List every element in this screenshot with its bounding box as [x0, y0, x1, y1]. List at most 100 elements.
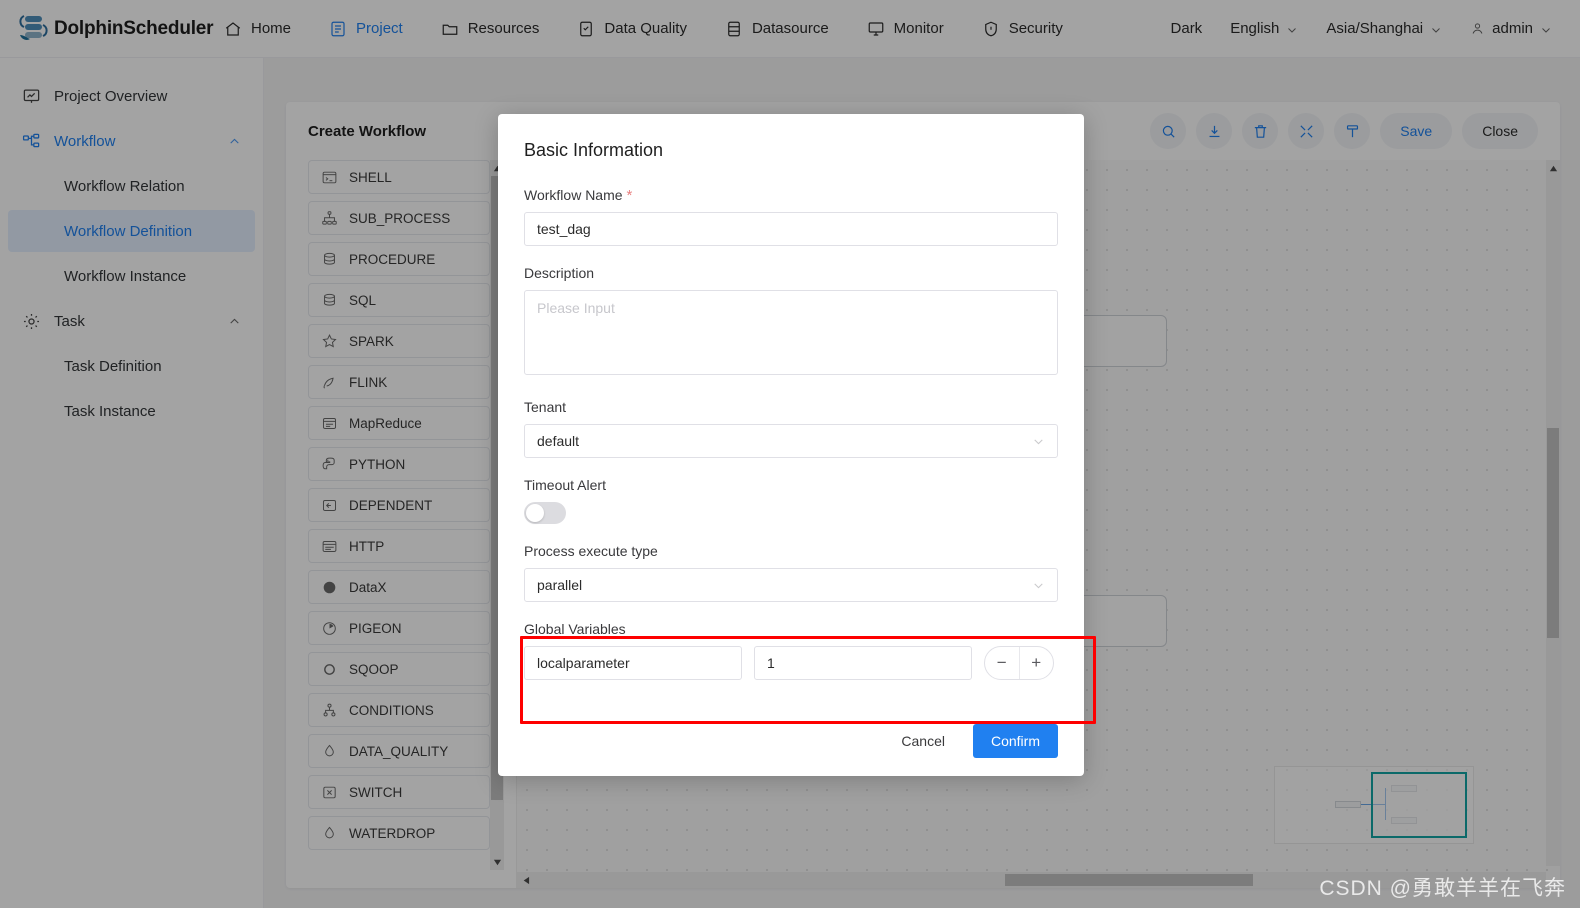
task-type-item-procedure[interactable]: PROCEDURE: [308, 242, 490, 276]
task-type-label: HTTP: [349, 538, 385, 554]
close-button[interactable]: Close: [1462, 113, 1538, 149]
language-selector[interactable]: English: [1216, 20, 1312, 37]
minimap-viewport[interactable]: [1371, 772, 1467, 838]
timeout-alert-toggle[interactable]: [524, 502, 566, 524]
pigeon-icon: [321, 620, 338, 637]
task-type-label: WATERDROP: [349, 825, 436, 841]
chevron-down-icon: [1540, 23, 1552, 35]
global-variables-label: Global Variables: [524, 621, 626, 637]
sidebar-item-label: Workflow Relation: [64, 177, 185, 195]
language-label: English: [1230, 20, 1280, 37]
chevron-up-icon[interactable]: [228, 135, 241, 148]
task-type-item-conditions[interactable]: CONDITIONS: [308, 693, 490, 727]
add-variable-button[interactable]: +: [1018, 647, 1054, 679]
scroll-down-arrow-icon[interactable]: [490, 854, 504, 870]
theme-label: Dark: [1170, 20, 1203, 37]
home-icon: [224, 20, 242, 38]
canvas-vertical-scroll-thumb[interactable]: [1547, 428, 1559, 638]
global-variable-key-input[interactable]: [524, 646, 742, 680]
canvas-vertical-scrollbar[interactable]: [1546, 160, 1560, 866]
nav-item-monitor[interactable]: Monitor: [848, 0, 963, 58]
sidebar-item-task-definition[interactable]: Task Definition: [8, 345, 255, 387]
workflow-icon: [22, 132, 41, 151]
task-type-item-spark[interactable]: SPARK: [308, 324, 490, 358]
task-type-item-data_quality[interactable]: DATA_QUALITY: [308, 734, 490, 768]
theme-toggle[interactable]: Dark: [1157, 20, 1217, 37]
field-process-execute-type: Process execute type parallel: [524, 543, 1058, 602]
tenant-label: Tenant: [524, 399, 567, 415]
overview-icon: [22, 87, 41, 106]
scroll-up-arrow-icon[interactable]: [1546, 160, 1560, 176]
task-type-item-mapreduce[interactable]: MapReduce: [308, 406, 490, 440]
flink-icon: [321, 374, 338, 391]
task-type-item-sqoop[interactable]: SQOOP: [308, 652, 490, 686]
main-nav: Home Project Resources Data Quality Data…: [205, 0, 1082, 58]
search-icon[interactable]: [1150, 113, 1187, 149]
sidebar-item-task-instance[interactable]: Task Instance: [8, 390, 255, 432]
nav-item-resources[interactable]: Resources: [422, 0, 559, 58]
user-menu[interactable]: admin: [1456, 20, 1566, 37]
monitor-icon: [867, 20, 885, 38]
cancel-button[interactable]: Cancel: [887, 725, 959, 757]
task-type-item-datax[interactable]: DataX: [308, 570, 490, 604]
nav-item-datasource[interactable]: Datasource: [706, 0, 848, 58]
workflow-name-input[interactable]: [524, 212, 1058, 246]
sidebar-item-label: Task Instance: [64, 402, 156, 420]
sidebar-group-workflow[interactable]: Workflow: [8, 120, 255, 162]
chevron-up-icon[interactable]: [228, 315, 241, 328]
task-type-item-sub_process[interactable]: SUB_PROCESS: [308, 201, 490, 235]
basic-information-dialog: Basic Information Workflow Name * Descri…: [498, 114, 1096, 776]
nav-item-project[interactable]: Project: [310, 0, 422, 58]
task-type-item-flink[interactable]: FLINK: [308, 365, 490, 399]
field-tenant: Tenant default: [524, 399, 1058, 458]
sqoop-icon: [321, 661, 338, 678]
sidebar-item-project-overview[interactable]: Project Overview: [8, 75, 255, 117]
description-textarea[interactable]: [524, 290, 1058, 375]
sidebar-item-label: Workflow Definition: [64, 222, 193, 240]
dialog-footer: Cancel Confirm: [524, 724, 1058, 758]
remove-variable-button[interactable]: −: [985, 647, 1019, 679]
format-icon[interactable]: [1334, 113, 1371, 149]
sidebar-item-workflow-relation[interactable]: Workflow Relation: [8, 165, 255, 207]
tenant-select[interactable]: default: [524, 424, 1058, 458]
sidebar-item-workflow-instance[interactable]: Workflow Instance: [8, 255, 255, 297]
workflow-name-label: Workflow Name *: [524, 187, 1058, 203]
nav-label: Monitor: [893, 20, 944, 37]
task-type-item-pigeon[interactable]: PIGEON: [308, 611, 490, 645]
brand-name: DolphinScheduler: [54, 17, 214, 39]
sidebar: Project Overview Workflow Workflow Relat…: [0, 58, 264, 908]
sidebar-item-workflow-definition[interactable]: Workflow Definition: [8, 210, 255, 252]
confirm-button[interactable]: Confirm: [972, 724, 1058, 758]
task-type-item-dependent[interactable]: DEPENDENT: [308, 488, 490, 522]
brand[interactable]: DolphinScheduler: [0, 9, 214, 49]
task-type-label: MapReduce: [349, 415, 422, 431]
task-type-item-waterdrop[interactable]: WATERDROP: [308, 816, 490, 850]
nav-item-data-quality[interactable]: Data Quality: [558, 0, 706, 58]
task-type-item-http[interactable]: HTTP: [308, 529, 490, 563]
scroll-left-arrow-icon[interactable]: [517, 872, 533, 888]
nav-item-home[interactable]: Home: [205, 0, 310, 58]
task-type-item-sql[interactable]: SQL: [308, 283, 490, 317]
sidebar-group-task[interactable]: Task: [8, 300, 255, 342]
task-type-label: SQOOP: [349, 661, 399, 677]
canvas-horizontal-scroll-thumb[interactable]: [1005, 874, 1253, 886]
nav-label: Security: [1008, 20, 1063, 37]
fullscreen-icon[interactable]: [1288, 113, 1325, 149]
datax-icon: [321, 579, 338, 596]
python-icon: [321, 456, 338, 473]
process-execute-type-select[interactable]: parallel: [524, 568, 1058, 602]
datasource-icon: [725, 20, 743, 38]
save-button[interactable]: Save: [1380, 113, 1453, 149]
label-text: Workflow Name: [524, 187, 623, 203]
trash-icon[interactable]: [1242, 113, 1279, 149]
download-icon[interactable]: [1196, 113, 1233, 149]
global-variable-value-input[interactable]: [754, 646, 972, 680]
task-type-label: SPARK: [349, 333, 394, 349]
field-workflow-name: Workflow Name *: [524, 187, 1058, 246]
task-type-item-switch[interactable]: SWITCH: [308, 775, 490, 809]
task-type-item-python[interactable]: PYTHON: [308, 447, 490, 481]
nav-item-security[interactable]: Security: [963, 0, 1082, 58]
task-type-item-shell[interactable]: SHELL: [308, 160, 490, 194]
minimap[interactable]: [1274, 766, 1474, 844]
timezone-selector[interactable]: Asia/Shanghai: [1312, 20, 1456, 37]
